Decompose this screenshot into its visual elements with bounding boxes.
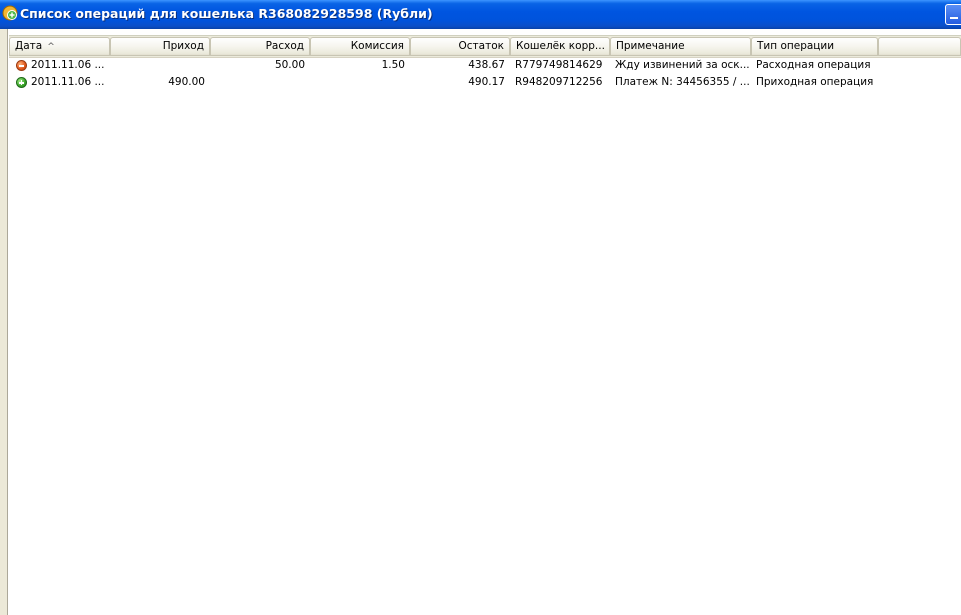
cell-expense bbox=[210, 74, 310, 91]
cell-commission bbox=[310, 74, 410, 91]
minimize-icon bbox=[950, 17, 958, 19]
column-header-label: Расход bbox=[265, 40, 304, 52]
cell-expense: 50.00 bbox=[274, 59, 305, 71]
column-header-label: Комиссия bbox=[350, 40, 404, 52]
column-header-filler bbox=[878, 37, 961, 56]
column-header-commission[interactable]: Комиссия bbox=[310, 37, 410, 56]
table-row[interactable]: 2011.11.06 ... 50.00 1.50 438.67 R779749… bbox=[9, 57, 961, 74]
cell-balance: 490.17 bbox=[468, 76, 505, 88]
cell-income: 490.00 bbox=[168, 76, 205, 88]
operations-window: Список операций для кошелька R3680829285… bbox=[0, 0, 961, 615]
title-bar[interactable]: Список операций для кошелька R3680829285… bbox=[0, 0, 961, 29]
cell-date: 2011.11.06 ... bbox=[31, 59, 105, 71]
column-header-expense[interactable]: Расход bbox=[210, 37, 310, 56]
cell-note: Жду извинений за оск... bbox=[615, 59, 750, 71]
cell-date: 2011.11.06 ... bbox=[31, 76, 105, 88]
list-header: Дата ^ Приход Расход Комиссия Остаток Кош… bbox=[9, 36, 961, 58]
cell-commission: 1.50 bbox=[381, 59, 405, 71]
cell-wallet: R948209712256 bbox=[515, 76, 603, 88]
window-title: Список операций для кошелька R3680829285… bbox=[20, 6, 433, 21]
column-header-wallet[interactable]: Кошелёк корр... bbox=[510, 37, 610, 56]
column-header-label: Дата bbox=[15, 40, 43, 52]
wallet-app-icon bbox=[2, 5, 18, 21]
window-left-frame bbox=[0, 29, 8, 615]
cell-wallet: R779749814629 bbox=[515, 59, 603, 71]
column-header-note[interactable]: Примечание bbox=[610, 37, 751, 56]
operations-list[interactable]: Дата ^ Приход Расход Комиссия Остаток Кош… bbox=[9, 35, 961, 615]
column-header-type[interactable]: Тип операции bbox=[751, 37, 878, 56]
minimize-button[interactable] bbox=[945, 4, 961, 25]
column-header-date[interactable]: Дата ^ bbox=[9, 37, 110, 56]
cell-note: Платеж N: 34456355 / ... bbox=[615, 76, 750, 88]
cell-income bbox=[110, 57, 210, 74]
cell-type: Приходная операция bbox=[756, 76, 874, 88]
column-header-label: Тип операции bbox=[757, 40, 835, 52]
cell-balance: 438.67 bbox=[468, 59, 505, 71]
column-header-label: Приход bbox=[162, 40, 204, 52]
column-header-balance[interactable]: Остаток bbox=[410, 37, 510, 56]
column-header-label: Примечание bbox=[616, 40, 685, 52]
sort-ascending-icon: ^ bbox=[47, 42, 55, 52]
table-row[interactable]: 2011.11.06 ... 490.00 490.17 R9482097122… bbox=[9, 74, 961, 91]
column-header-label: Кошелёк корр... bbox=[516, 40, 605, 52]
column-header-income[interactable]: Приход bbox=[110, 37, 210, 56]
column-header-label: Остаток bbox=[458, 40, 504, 52]
cell-type: Расходная операция bbox=[756, 59, 871, 71]
